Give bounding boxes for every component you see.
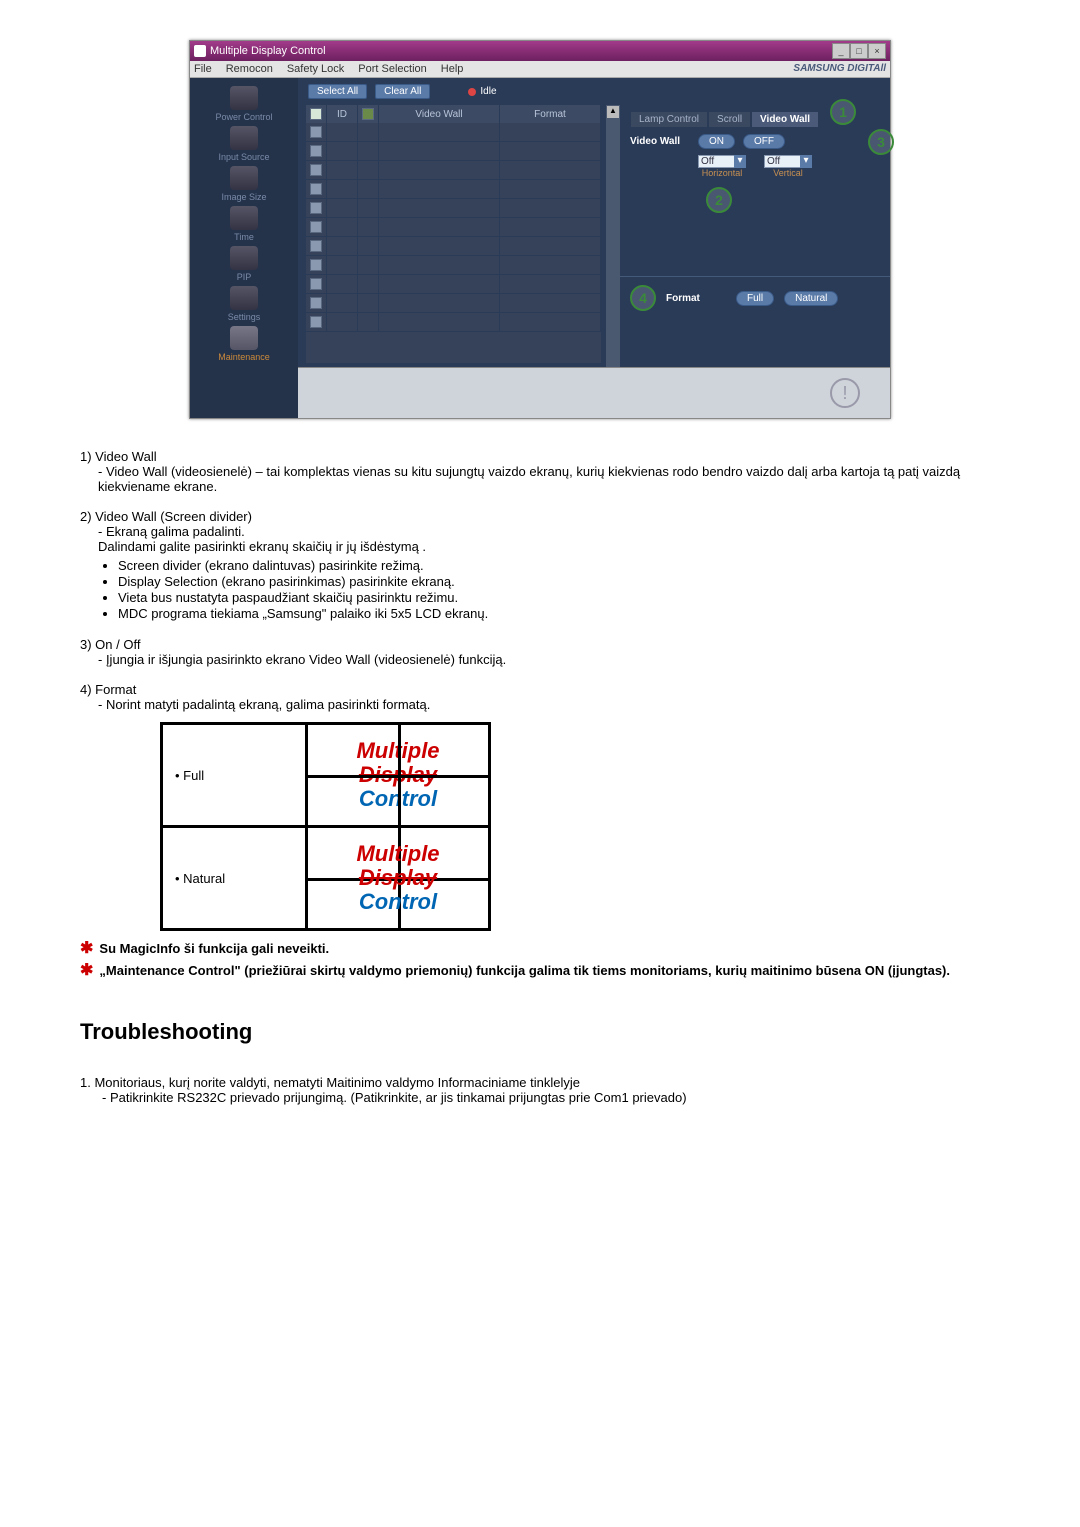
video-wall-label: Video Wall — [630, 136, 690, 147]
sidebar-item-power-control[interactable]: Power Control — [215, 86, 272, 122]
time-icon — [230, 206, 258, 230]
format-full-label: • Full — [162, 724, 307, 827]
item-1: 1) Video Wall - Video Wall (videosienelė… — [80, 449, 1000, 494]
window-title: Multiple Display Control — [210, 45, 326, 57]
sidebar-item-pip[interactable]: PIP — [230, 246, 258, 282]
sidebar-item-settings[interactable]: Settings — [228, 286, 261, 322]
image-size-icon — [230, 166, 258, 190]
callout-2: 2 — [706, 187, 732, 213]
callout-1: 1 — [830, 99, 856, 125]
table-row[interactable] — [306, 237, 601, 256]
minimize-button[interactable]: _ — [832, 43, 850, 59]
format-natural-label: • Natural — [162, 827, 307, 930]
note-magicinfo: ✱ Su MagicInfo ši funkcija gali neveikti… — [80, 941, 1000, 957]
table-row[interactable] — [306, 142, 601, 161]
menu-help[interactable]: Help — [441, 63, 464, 75]
table-row[interactable] — [306, 199, 601, 218]
menu-port-selection[interactable]: Port Selection — [358, 63, 426, 75]
chevron-down-icon: ▾ — [734, 155, 746, 168]
sidebar-item-image-size[interactable]: Image Size — [221, 166, 266, 202]
scrollbar[interactable]: ▲ — [605, 105, 620, 367]
table-row[interactable] — [306, 275, 601, 294]
scroll-up-icon[interactable]: ▲ — [607, 106, 619, 118]
status-bar: ! — [298, 367, 890, 418]
col-video-wall: Video Wall — [379, 105, 500, 123]
display-table: ID Video Wall Format — [306, 105, 601, 363]
note-maintenance: ✱ „Maintenance Control" (priežiūrai skir… — [80, 963, 1000, 979]
brand-logo: SAMSUNG DIGITAll — [793, 63, 886, 75]
table-row[interactable] — [306, 294, 601, 313]
col-format: Format — [500, 105, 601, 123]
format-examples: • Full Multiple Display Control • Natura… — [160, 722, 491, 931]
menu-safety-lock[interactable]: Safety Lock — [287, 63, 344, 75]
table-row[interactable] — [306, 161, 601, 180]
star-icon: ✱ — [80, 941, 93, 957]
clear-all-button[interactable]: Clear All — [375, 84, 430, 99]
callout-4: 4 — [630, 285, 656, 311]
maximize-button[interactable]: □ — [850, 43, 868, 59]
troubleshooting-heading: Troubleshooting — [80, 1019, 1000, 1045]
table-row[interactable] — [306, 123, 601, 142]
table-row[interactable] — [306, 313, 601, 332]
sidebar: Power Control Input Source Image Size Ti… — [190, 78, 298, 418]
app-window: Multiple Display Control _ □ × File Remo… — [189, 40, 891, 419]
sidebar-item-input-source[interactable]: Input Source — [218, 126, 269, 162]
tab-scroll[interactable]: Scroll — [708, 111, 751, 128]
maintenance-icon — [230, 326, 258, 350]
ts-item-1: 1. Monitoriaus, kurį norite valdyti, nem… — [80, 1075, 1000, 1105]
col-status-icon — [358, 105, 379, 123]
table-row[interactable] — [306, 256, 601, 275]
table-row[interactable] — [306, 180, 601, 199]
idle-dot-icon — [468, 88, 476, 96]
horizontal-select[interactable]: Off▾ — [698, 155, 746, 168]
menu-file[interactable]: File — [194, 63, 212, 75]
right-panel: 1 Lamp Control Scroll Video Wall Video W… — [620, 105, 890, 367]
close-button[interactable]: × — [868, 43, 886, 59]
status-idle: Idle — [468, 86, 496, 97]
item-3: 3) On / Off - Įjungia ir išjungia pasiri… — [80, 637, 1000, 667]
sidebar-item-time[interactable]: Time — [230, 206, 258, 242]
col-checkbox[interactable] — [306, 105, 327, 123]
app-icon — [194, 45, 206, 57]
format-full-preview: Multiple Display Control — [307, 724, 490, 827]
star-icon: ✱ — [80, 963, 93, 979]
vertical-select[interactable]: Off▾ — [764, 155, 812, 168]
item-2: 2) Video Wall (Screen divider) - Ekraną … — [80, 509, 1000, 621]
video-wall-on-button[interactable]: ON — [698, 134, 735, 149]
settings-icon — [230, 286, 258, 310]
callout-3: 3 — [868, 129, 894, 155]
tab-video-wall[interactable]: Video Wall — [751, 111, 819, 128]
menu-remocon[interactable]: Remocon — [226, 63, 273, 75]
horizontal-label: Horizontal — [698, 168, 746, 178]
format-label: Format — [666, 293, 726, 304]
sidebar-item-maintenance[interactable]: Maintenance — [218, 326, 270, 362]
menubar: File Remocon Safety Lock Port Selection … — [190, 61, 890, 78]
format-natural-button[interactable]: Natural — [784, 291, 838, 306]
power-icon — [230, 86, 258, 110]
col-id: ID — [327, 105, 358, 123]
warning-icon: ! — [830, 378, 860, 408]
pip-icon — [230, 246, 258, 270]
table-row[interactable] — [306, 218, 601, 237]
format-natural-preview: Multiple Display Control — [307, 827, 490, 930]
tab-lamp-control[interactable]: Lamp Control — [630, 111, 708, 128]
item-4: 4) Format - Norint matyti padalintą ekra… — [80, 682, 1000, 712]
vertical-label: Vertical — [764, 168, 812, 178]
titlebar: Multiple Display Control _ □ × — [190, 41, 890, 61]
format-full-button[interactable]: Full — [736, 291, 774, 306]
input-icon — [230, 126, 258, 150]
select-all-button[interactable]: Select All — [308, 84, 367, 99]
video-wall-off-button[interactable]: OFF — [743, 134, 785, 149]
chevron-down-icon: ▾ — [800, 155, 812, 168]
